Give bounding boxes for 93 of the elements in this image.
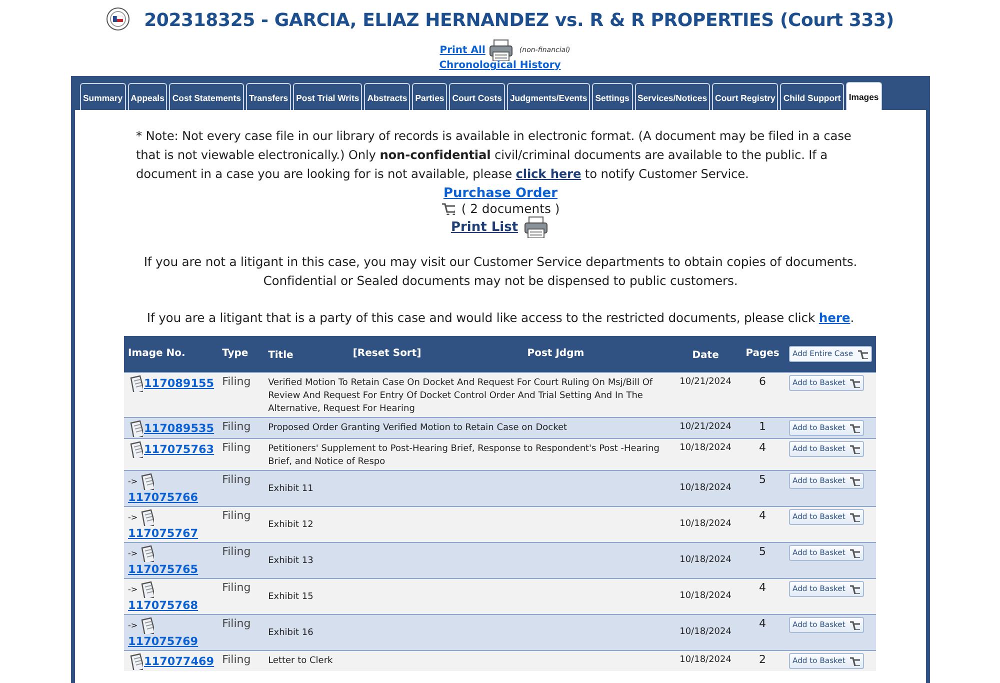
print-all-link[interactable]: Print All [440, 44, 486, 56]
pages-cell: 5 [759, 472, 766, 486]
type-cell: Filing [222, 652, 251, 666]
here-link[interactable]: here [818, 310, 850, 325]
tab[interactable]: Transfers [246, 83, 292, 110]
pages-cell: 6 [759, 374, 766, 388]
tab[interactable]: Appeals [128, 83, 168, 110]
column-header: Pages [746, 348, 780, 360]
title-cell: Exhibit 15 [268, 592, 314, 602]
pages-cell: 4 [759, 580, 766, 594]
image-number-link[interactable]: 117075769 [128, 634, 198, 648]
type-cell: Filing [222, 420, 251, 432]
printer-icon [489, 39, 516, 61]
pages-cell: 4 [759, 440, 766, 454]
document-icon [128, 420, 143, 436]
image-number-link[interactable]: 117075768 [128, 598, 198, 612]
date-cell: 10/18/2024 [680, 590, 732, 600]
column-header: Image No. [128, 348, 186, 360]
image-number-link[interactable]: 117075766 [128, 490, 198, 504]
document-icon [138, 616, 154, 634]
title-cell: Petitioners' Supplement to Post-Hearing Brief, Response to Respondent's Post -Hearing Brief, and Notice of Respo [268, 444, 660, 466]
document-icon [138, 472, 154, 490]
document-icon [128, 374, 143, 392]
tab[interactable]: Court Costs [449, 83, 505, 110]
tab[interactable]: Court Registry [712, 83, 778, 110]
document-icon [138, 544, 154, 562]
info-text: If you are not a litigant in this case, you may visit our Customer Service departments to obtain copies of documents. Confidential or Sealed documents may not be dispensed to public customers. [142, 253, 858, 290]
date-cell: 10/21/2024 [680, 422, 732, 432]
tab[interactable]: Abstracts [364, 83, 410, 110]
title-cell: Exhibit 13 [268, 556, 314, 566]
image-number-link[interactable]: 117077469 [144, 654, 214, 668]
date-cell: 10/21/2024 [680, 376, 732, 386]
seal-icon [106, 7, 132, 33]
document-icon [128, 440, 143, 458]
case-title: 202318325 - GARCIA, ELIAZ HERNANDEZ vs. R & R PROPERTIES (Court 333) [144, 10, 894, 30]
pages-cell: 5 [759, 544, 766, 558]
arrow-text: -> [128, 548, 138, 560]
document-icon [138, 580, 154, 598]
image-number-link[interactable]: 117075767 [128, 526, 198, 540]
pages-cell: 1 [759, 420, 766, 432]
type-cell: Filing [222, 544, 251, 558]
pages-cell: 4 [759, 616, 766, 630]
pages-cell: 2 [759, 652, 766, 666]
document-count: ( 2 documents ) [461, 201, 560, 216]
column-header: Date [692, 350, 719, 362]
date-cell: 10/18/2024 [680, 554, 732, 564]
tab[interactable]: Post Trial Writs [293, 83, 362, 110]
purchase-order-link[interactable]: Purchase Order [443, 186, 558, 201]
image-number-link[interactable]: 117075763 [144, 442, 214, 456]
title-cell: Letter to Clerk [268, 656, 333, 666]
arrow-text: -> [128, 476, 138, 488]
tab[interactable]: Cost Statements [169, 83, 244, 110]
tab[interactable]: Judgments/Events [506, 83, 590, 110]
column-header: Post Jdgm [527, 348, 584, 360]
tab[interactable]: Summary [80, 83, 126, 110]
title-cell: Exhibit 16 [268, 628, 314, 638]
date-cell: 10/18/2024 [680, 654, 732, 664]
reset-sort-link[interactable]: [Reset Sort] [352, 348, 422, 360]
column-header: Type [222, 348, 248, 360]
date-cell: 10/18/2024 [680, 482, 732, 492]
date-cell: 10/18/2024 [680, 442, 732, 452]
arrow-text: -> [128, 620, 138, 632]
note-text: * Note: Not every case file in our library of records is available in electronic format. (A document may be filed in a case that is not viewable electronically.) Only non-confidential civil/criminal documents are available to the public. If a document in a case you are looking for is not available, please click here to notify Customer Service. [136, 128, 852, 183]
type-cell: Filing [222, 508, 251, 522]
type-cell: Filing [222, 580, 251, 594]
arrow-text: -> [128, 512, 138, 524]
image-number-link[interactable]: 117089155 [144, 376, 214, 390]
tab[interactable]: Images [846, 82, 882, 110]
tab[interactable]: Services/Notices [634, 83, 710, 110]
title-cell: Exhibit 11 [268, 484, 314, 494]
column-header: Title [268, 350, 294, 362]
type-cell: Filing [222, 440, 251, 454]
document-icon [138, 508, 154, 526]
arrow-text: -> [128, 584, 138, 596]
print-list-link[interactable]: Print List [450, 220, 518, 234]
click-here-link[interactable]: click here [516, 167, 582, 181]
type-cell: Filing [222, 616, 251, 630]
title-cell: Verified Motion To Retain Case On Docket And Request For Court Ruling On Msj/Bill Of Review And Request For Entry Of Docket Control Order And Trial Setting And In The Alternative, Request For Hearing [268, 378, 653, 414]
type-cell: Filing [222, 472, 251, 486]
litigant-text: If you are a litigant that is a party of this case and would like access to the restricted documents, please click here. [146, 309, 856, 327]
title-cell: Proposed Order Granting Verified Motion to Retain Case on Docket [268, 422, 568, 432]
date-cell: 10/18/2024 [680, 626, 732, 636]
tab[interactable]: Child Support [780, 83, 844, 110]
tab[interactable]: Settings [592, 83, 632, 110]
printer-icon [524, 216, 550, 238]
image-number-link[interactable]: 117075765 [128, 562, 198, 576]
date-cell: 10/18/2024 [680, 518, 732, 528]
pages-cell: 4 [759, 508, 766, 522]
tab[interactable]: Parties [412, 83, 448, 110]
chronological-history-link[interactable]: Chronological History [439, 60, 561, 71]
type-cell: Filing [222, 374, 251, 388]
title-cell: Exhibit 12 [268, 520, 314, 530]
image-number-link[interactable]: 117089535 [144, 420, 214, 436]
